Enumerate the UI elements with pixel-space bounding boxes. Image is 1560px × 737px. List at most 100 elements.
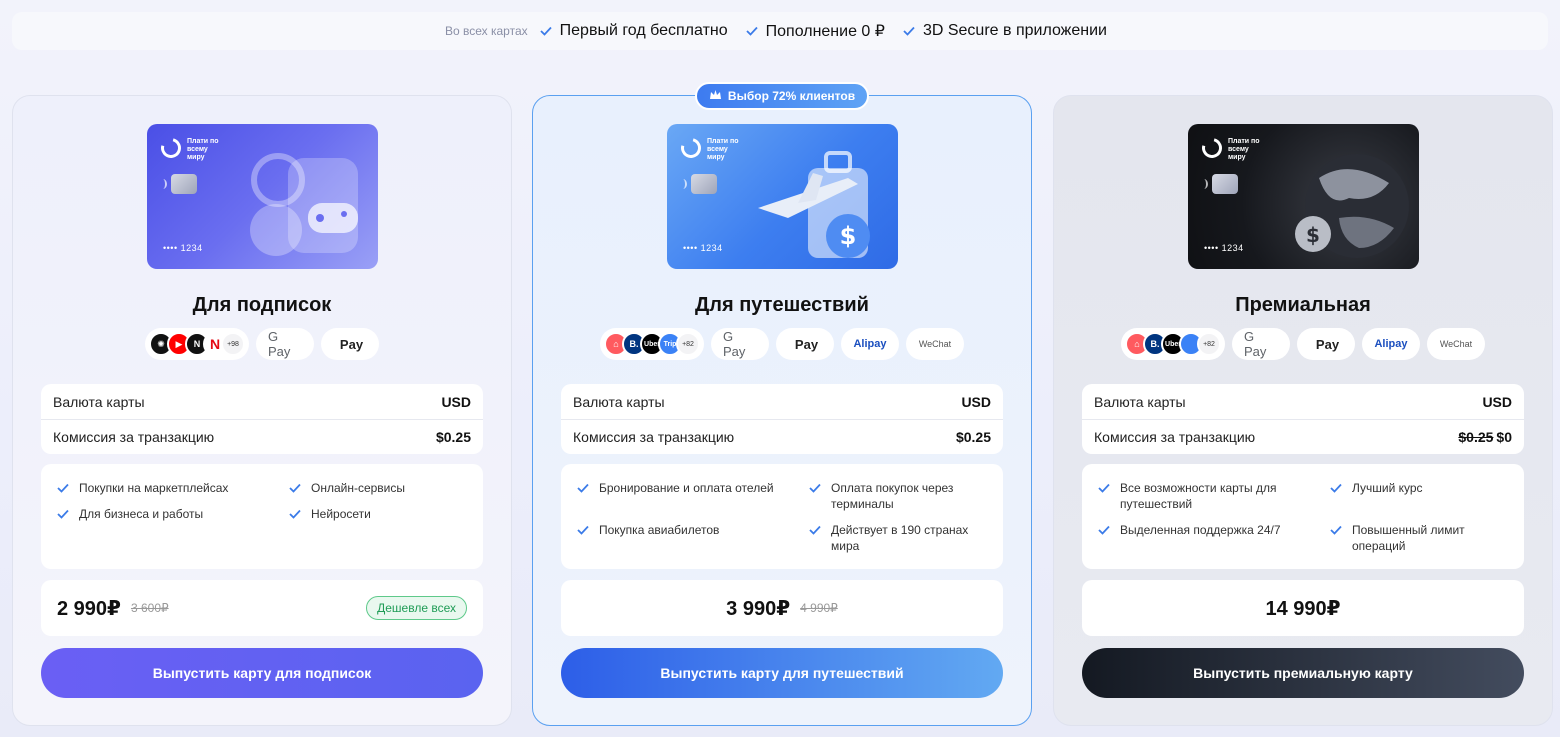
feature-item: Покупка авиабилетов bbox=[577, 522, 809, 554]
bank-card-image: Плати по всему миру •••• 1234 $ bbox=[667, 124, 898, 269]
price-box: 3 990₽ 4 990₽ bbox=[561, 580, 1003, 636]
crown-icon bbox=[709, 89, 722, 104]
features-bar: Во всех картах Первый год бесплатно Попо… bbox=[12, 12, 1548, 50]
features-bar-label: Во всех картах bbox=[445, 24, 528, 38]
contactless-icon bbox=[679, 179, 687, 189]
plan-card-premium: Плати по всему миру •••• 1234 $ Премиаль… bbox=[1053, 95, 1553, 726]
contactless-icon bbox=[1200, 179, 1208, 189]
fee-row: Комиссия за транзакцию $0.25 bbox=[41, 419, 483, 454]
plan-card-subscriptions: Плати по всему миру •••• 1234 Для подпис… bbox=[12, 95, 512, 726]
globe-coin-art-icon: $ bbox=[1295, 154, 1409, 258]
fee-old: $0.25 bbox=[1458, 429, 1494, 445]
feature-first-year-free: Первый год бесплатно bbox=[540, 22, 728, 40]
check-icon bbox=[1098, 483, 1110, 493]
currency-row: Валюта карты USD bbox=[1094, 393, 1512, 410]
check-icon bbox=[1098, 525, 1110, 535]
wechat-badge: WeChat bbox=[906, 328, 964, 360]
currency-row: Валюта карты USD bbox=[573, 393, 991, 410]
issue-travel-card-button[interactable]: Выпустить карту для путешествий bbox=[561, 648, 1003, 698]
popular-badge: Выбор 72% клиентов bbox=[695, 82, 869, 110]
feature-item: Онлайн-сервисы bbox=[289, 480, 467, 496]
apple-pay-badge: Pay bbox=[321, 328, 379, 360]
price-box: 14 990₽ bbox=[1082, 580, 1524, 636]
check-icon bbox=[1330, 525, 1342, 535]
more-merchants-count: +82 bbox=[676, 332, 700, 356]
check-icon bbox=[903, 26, 915, 36]
gamepad-headphones-art-icon bbox=[250, 153, 358, 256]
check-icon bbox=[289, 483, 301, 493]
svg-text:$: $ bbox=[840, 222, 857, 250]
cheapest-badge: Дешевле всех bbox=[366, 596, 467, 620]
price-current: 2 990₽ bbox=[57, 597, 121, 620]
features-list: Покупки на маркетплейсах Онлайн-сервисы … bbox=[41, 464, 483, 569]
card-info-table: Валюта карты USD Комиссия за транзакцию $0… bbox=[561, 384, 1003, 454]
feature-item: Оплата покупок через терминалы bbox=[809, 480, 987, 512]
check-icon bbox=[809, 483, 821, 493]
contactless-icon bbox=[159, 179, 167, 189]
wechat-badge: WeChat bbox=[1427, 328, 1485, 360]
google-pay-badge: G Pay bbox=[711, 328, 769, 360]
feature-item: Нейросети bbox=[289, 506, 467, 522]
payment-methods: ⌂ B. Uber Trip +82 G Pay Pay Alipay WeCh… bbox=[533, 328, 1031, 360]
plan-title: Для путешествий bbox=[695, 294, 869, 316]
check-icon bbox=[577, 483, 589, 493]
feature-item: Покупки на маркетплейсах bbox=[57, 480, 289, 496]
check-icon bbox=[809, 525, 821, 535]
feature-zero-topup: Пополнение 0 ₽ bbox=[745, 21, 885, 41]
fee-new: $0 bbox=[1496, 429, 1512, 445]
features-list: Бронирование и оплата отелей Оплата поку… bbox=[561, 464, 1003, 569]
brand-logo-icon bbox=[1198, 134, 1226, 162]
alipay-badge: Alipay bbox=[841, 328, 899, 360]
bank-card-image: Плати по всему миру •••• 1234 $ bbox=[1188, 124, 1419, 269]
merchant-icons: ✺ ▶ N N +98 bbox=[145, 328, 249, 360]
check-icon bbox=[745, 26, 758, 36]
brand-logo-icon bbox=[157, 134, 185, 162]
payment-methods: ⌂ B. Uber +82 G Pay Pay Alipay WeChat bbox=[1054, 328, 1552, 360]
price-box: 2 990₽ 3 600₽ Дешевле всех bbox=[41, 580, 483, 636]
fee-row: Комиссия за транзакцию $0.25 bbox=[561, 419, 1003, 454]
feature-item: Действует в 190 странах мира bbox=[809, 522, 987, 554]
feature-item: Выделенная поддержка 24/7 bbox=[1098, 522, 1330, 554]
price-current: 3 990₽ bbox=[726, 597, 791, 620]
price-old: 3 600₽ bbox=[130, 601, 169, 615]
check-icon bbox=[289, 509, 301, 519]
google-pay-badge: G Pay bbox=[256, 328, 314, 360]
merchant-icons: ⌂ B. Uber +82 bbox=[1121, 328, 1225, 360]
chip-icon bbox=[171, 174, 197, 194]
plan-title: Премиальная bbox=[1235, 294, 1371, 316]
currency-row: Валюта карты USD bbox=[53, 393, 471, 410]
bank-card-image: Плати по всему миру •••• 1234 bbox=[147, 124, 378, 269]
alipay-badge: Alipay bbox=[1362, 328, 1420, 360]
feature-item: Для бизнеса и работы bbox=[57, 506, 289, 522]
payment-methods: ✺ ▶ N N +98 G Pay Pay bbox=[13, 328, 511, 360]
feature-item: Лучший курс bbox=[1330, 480, 1508, 512]
chip-icon bbox=[1212, 174, 1238, 194]
plan-title: Для подписок bbox=[192, 294, 332, 316]
check-icon bbox=[577, 525, 589, 535]
issue-premium-card-button[interactable]: Выпустить премиальную карту bbox=[1082, 648, 1524, 698]
card-info-table: Валюта карты USD Комиссия за транзакцию $0… bbox=[1082, 384, 1524, 454]
price-old: 4 990₽ bbox=[800, 601, 838, 615]
fee-row: Комиссия за транзакцию $0.25 $0 bbox=[1082, 419, 1524, 454]
feature-3d-secure: 3D Secure в приложении bbox=[903, 22, 1107, 40]
merchant-icons: ⌂ B. Uber Trip +82 bbox=[600, 328, 704, 360]
plane-suitcase-art-icon: $ bbox=[758, 151, 870, 258]
svg-text:$: $ bbox=[1306, 223, 1320, 247]
price-current: 14 990₽ bbox=[1265, 597, 1341, 620]
features-list: Все возможности карты для путешествий Лу… bbox=[1082, 464, 1524, 569]
feature-item: Повышенный лимит операций bbox=[1330, 522, 1508, 554]
more-merchants-count: +82 bbox=[1197, 332, 1221, 356]
card-info-table: Валюта карты USD Комиссия за транзакцию $0… bbox=[41, 384, 483, 454]
apple-pay-badge: Pay bbox=[776, 328, 834, 360]
check-icon bbox=[540, 26, 552, 36]
issue-subscriptions-card-button[interactable]: Выпустить карту для подписок bbox=[41, 648, 483, 698]
brand-logo-icon bbox=[677, 134, 705, 162]
chip-icon bbox=[691, 174, 717, 194]
google-pay-badge: G Pay bbox=[1232, 328, 1290, 360]
more-merchants-count: +98 bbox=[221, 332, 245, 356]
feature-item: Бронирование и оплата отелей bbox=[577, 480, 809, 512]
check-icon bbox=[57, 483, 69, 493]
apple-pay-badge: Pay bbox=[1297, 328, 1355, 360]
check-icon bbox=[1330, 483, 1342, 493]
plan-card-travel: Выбор 72% клиентов Плати по всему миру •… bbox=[532, 82, 1032, 726]
